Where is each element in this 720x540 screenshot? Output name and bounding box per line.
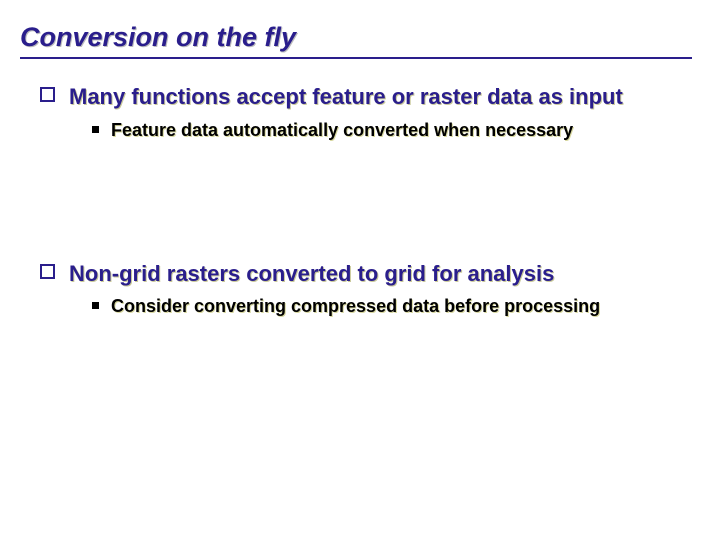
- square-bullet-icon: [92, 126, 99, 133]
- bullet-text: Non-grid rasters converted to grid for a…: [69, 260, 554, 288]
- bullet-text: Consider converting compressed data befo…: [111, 295, 600, 318]
- bullet-level1: Many functions accept feature or raster …: [40, 83, 692, 111]
- checkbox-bullet-icon: [40, 264, 55, 279]
- bullet-level1: Non-grid rasters converted to grid for a…: [40, 260, 692, 288]
- bullet-level2: Feature data automatically converted whe…: [92, 119, 692, 142]
- bullet-text: Many functions accept feature or raster …: [69, 83, 623, 111]
- spacer: [20, 152, 692, 260]
- square-bullet-icon: [92, 302, 99, 309]
- slide: Conversion on the fly Many functions acc…: [0, 0, 720, 540]
- slide-title: Conversion on the fly: [20, 22, 692, 59]
- bullet-level2: Consider converting compressed data befo…: [92, 295, 692, 318]
- checkbox-bullet-icon: [40, 87, 55, 102]
- bullet-text: Feature data automatically converted whe…: [111, 119, 573, 142]
